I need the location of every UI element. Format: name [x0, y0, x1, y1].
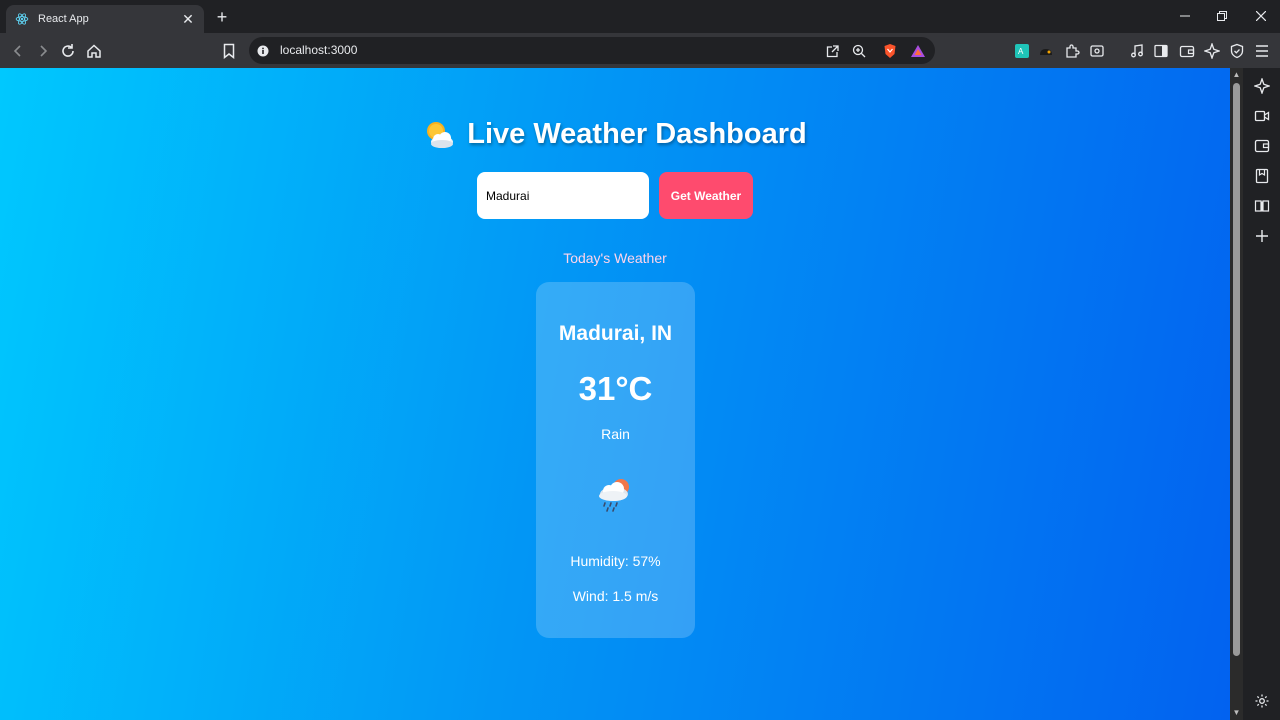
brave-rewards-icon[interactable]	[909, 42, 927, 60]
leo-sparkle-icon[interactable]	[1252, 76, 1272, 96]
scroll-thumb[interactable]	[1233, 83, 1240, 656]
weather-card: Madurai, IN 31°C Rain Humidity: 57% Wind…	[536, 282, 695, 638]
leo-ai-icon[interactable]	[1202, 41, 1222, 61]
site-info-icon[interactable]	[254, 42, 272, 60]
scroll-up-icon[interactable]: ▲	[1232, 70, 1241, 79]
minimize-icon[interactable]	[1173, 6, 1197, 26]
tab-title: React App	[38, 13, 89, 25]
scrollbar[interactable]: ▲ ▼	[1230, 68, 1243, 720]
address-bar[interactable]: localhost:3000	[249, 37, 935, 64]
bookmarks-sidebar-icon[interactable]	[1252, 166, 1272, 186]
url-text[interactable]: localhost:3000	[280, 43, 357, 57]
sidebar-settings-icon[interactable]	[1252, 691, 1272, 711]
video-icon[interactable]	[1252, 106, 1272, 126]
restore-icon[interactable]	[1210, 6, 1234, 26]
sidebar-toggle-icon[interactable]	[1151, 41, 1171, 61]
page-title: Live Weather Dashboard	[467, 118, 807, 150]
screenshot-icon[interactable]	[1087, 41, 1107, 61]
browser-sidebar	[1243, 68, 1280, 720]
wallet-icon[interactable]	[1177, 41, 1197, 61]
browser-toolbar: localhost:3000 A	[0, 33, 1280, 68]
media-icon[interactable]	[1127, 41, 1147, 61]
brave-shields-icon[interactable]	[881, 42, 899, 60]
page-viewport: Live Weather Dashboard Get Weather Today…	[0, 68, 1230, 720]
share-icon[interactable]	[823, 42, 841, 60]
menu-icon[interactable]	[1252, 41, 1272, 61]
react-icon	[14, 11, 30, 27]
wallet-sidebar-icon[interactable]	[1252, 136, 1272, 156]
vpn-shield-icon[interactable]	[1227, 41, 1247, 61]
scroll-down-icon[interactable]: ▼	[1232, 708, 1241, 717]
city-name: Madurai, IN	[558, 322, 673, 345]
reading-list-icon[interactable]	[1252, 196, 1272, 216]
temperature: 31°C	[578, 370, 653, 407]
humidity: Humidity: 57%	[570, 553, 661, 569]
extensions-icon[interactable]	[1062, 41, 1082, 61]
add-sidebar-icon[interactable]	[1252, 226, 1272, 246]
tab-close-icon[interactable]: ✕	[180, 11, 196, 28]
translate-extension-icon[interactable]: A	[1012, 41, 1032, 61]
reload-icon[interactable]	[58, 41, 78, 61]
search-form: Get Weather	[477, 172, 753, 219]
browser-tab[interactable]: React App ✕	[6, 5, 204, 33]
sun-behind-cloud-icon	[423, 119, 455, 151]
bookmark-icon[interactable]	[219, 41, 239, 61]
cat-extension-icon[interactable]	[1036, 41, 1056, 61]
weather-condition: Rain	[601, 426, 630, 442]
close-window-icon[interactable]	[1249, 6, 1273, 26]
home-icon[interactable]	[84, 41, 104, 61]
rain-cloud-icon	[594, 474, 636, 516]
section-label: Today's Weather	[563, 250, 667, 266]
tab-strip: React App ✕ +	[0, 0, 1280, 33]
city-input[interactable]	[477, 172, 649, 219]
zoom-icon[interactable]	[850, 42, 868, 60]
app-header: Live Weather Dashboard	[0, 118, 1230, 151]
forward-icon[interactable]	[33, 41, 53, 61]
new-tab-icon[interactable]: +	[212, 7, 232, 27]
wind-speed: Wind: 1.5 m/s	[572, 588, 659, 604]
back-icon[interactable]	[8, 41, 28, 61]
svg-text:A: A	[1018, 47, 1024, 56]
get-weather-button[interactable]: Get Weather	[659, 172, 753, 219]
